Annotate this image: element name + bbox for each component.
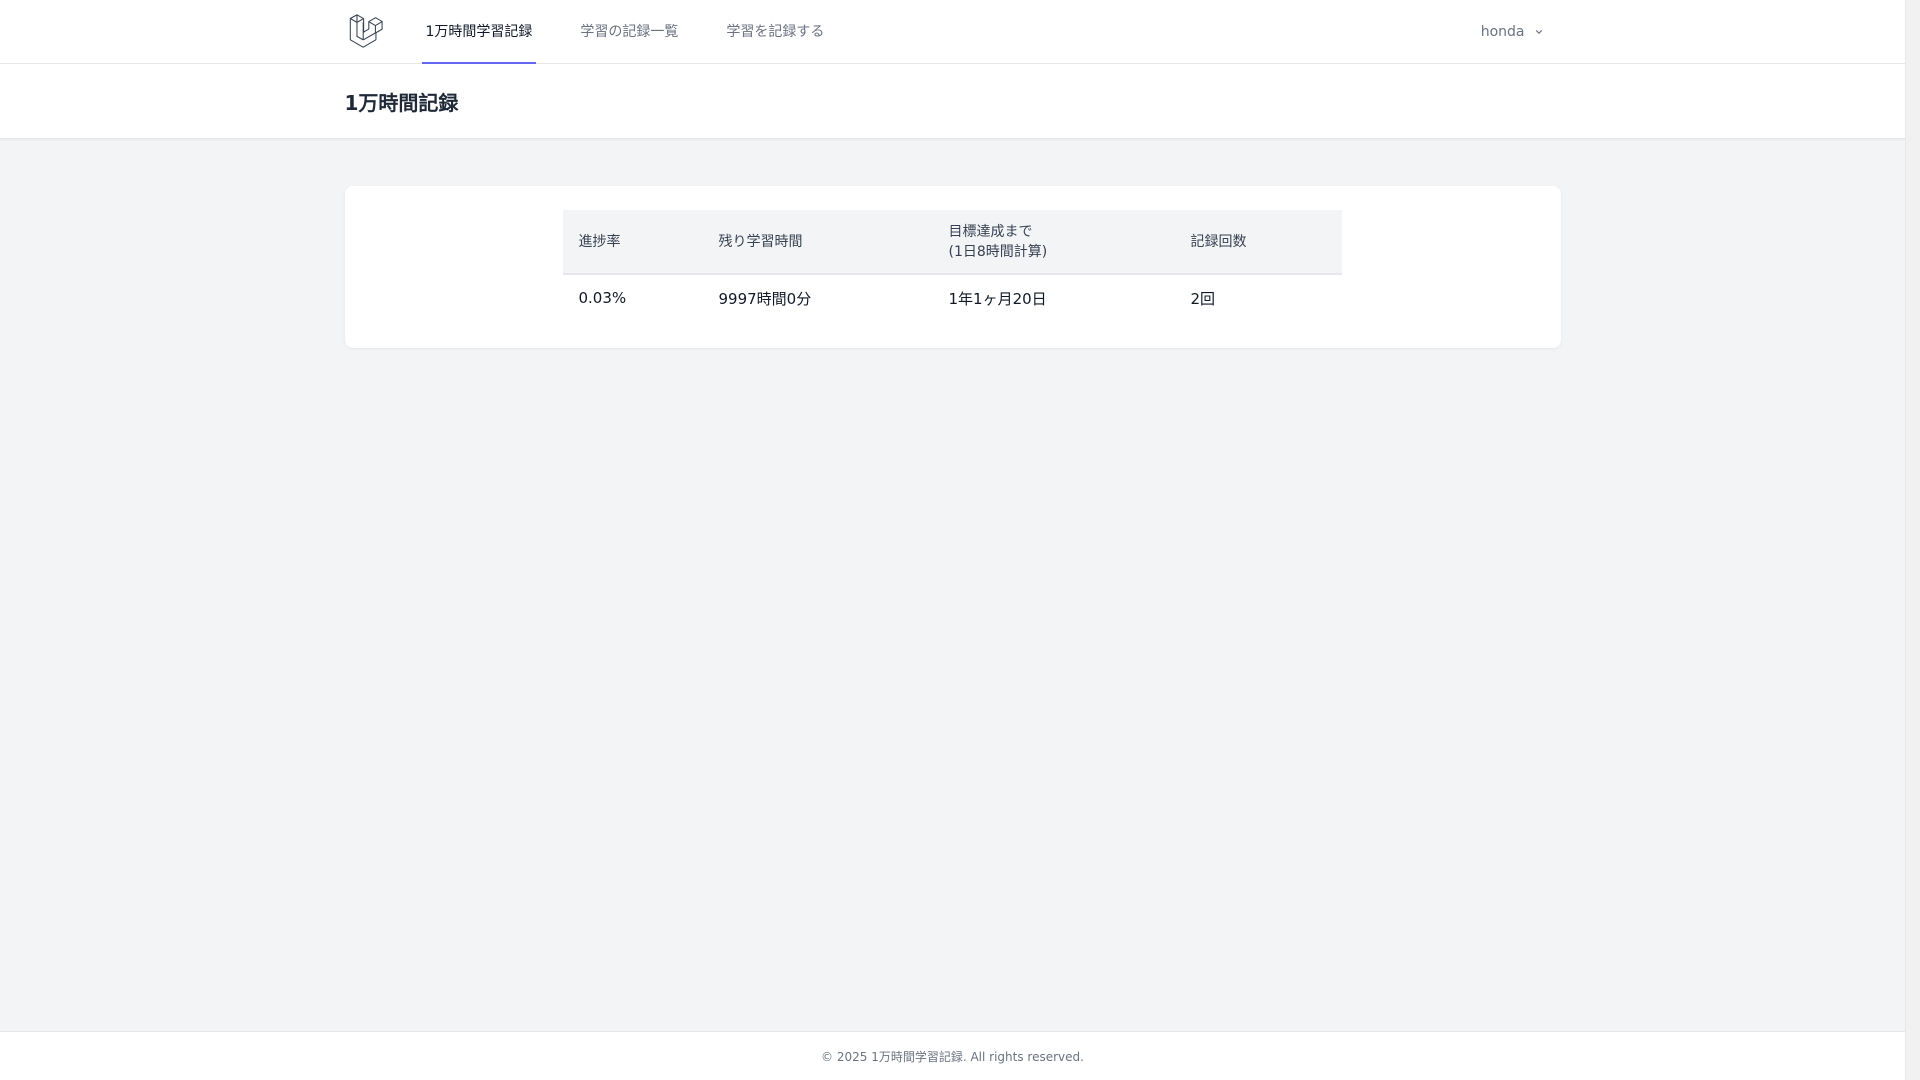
header-count: 記録回数 xyxy=(1174,210,1342,275)
top-navbar: 1万時間学習記録 学習の記録一覧 学習を記録する honda xyxy=(0,0,1905,64)
nav-link-add-record[interactable]: 学習を記録する xyxy=(722,0,828,64)
cell-eta: 1年1ヶ月20日 xyxy=(948,289,1047,308)
page-footer: © 2025 1万時間学習記録. All rights reserved. xyxy=(0,1031,1905,1080)
main-content: 進捗率 残り学習時間 目標達成まで (1日8時間計算) 記録回数 0.03% 9… xyxy=(344,186,1561,348)
stats-table: 進捗率 残り学習時間 目標達成まで (1日8時間計算) 記録回数 0.03% 9… xyxy=(562,210,1342,321)
table-header-row: 進捗率 残り学習時間 目標達成まで (1日8時間計算) 記録回数 xyxy=(562,210,1342,275)
nav-link-dashboard[interactable]: 1万時間学習記録 xyxy=(421,0,537,64)
vertical-scrollbar[interactable] xyxy=(1905,0,1920,1080)
page-title: 1万時間記録 xyxy=(344,91,459,115)
footer-copyright: © 2025 1万時間学習記録. All rights reserved. xyxy=(821,1049,1084,1064)
stats-card: 進捗率 残り学習時間 目標達成まで (1日8時間計算) 記録回数 0.03% 9… xyxy=(344,186,1561,348)
page-header-inner: 1万時間記録 xyxy=(345,64,1561,139)
cell-count: 2回 xyxy=(1190,289,1216,308)
header-eta-line1: 目標達成まで xyxy=(948,223,1033,240)
laravel-logo-icon[interactable] xyxy=(349,14,383,48)
header-eta-line2: (1日8時間計算) xyxy=(948,243,1048,260)
header-progress: 進捗率 xyxy=(562,210,703,275)
table-row: 0.03% 9997時間0分 1年1ヶ月20日 2回 xyxy=(563,274,1342,321)
nav-links: 1万時間学習記録 学習の記録一覧 学習を記録する xyxy=(421,0,869,64)
page-header: 1万時間記録 xyxy=(0,64,1905,139)
app-root: 1万時間学習記録 学習の記録一覧 学習を記録する honda 1万時間記録 進捗… xyxy=(0,0,1905,1080)
user-name: honda xyxy=(1480,24,1525,40)
chevron-down-icon xyxy=(1535,30,1542,34)
header-eta: 目標達成まで (1日8時間計算) xyxy=(932,210,1175,275)
cell-progress: 0.03% xyxy=(578,289,627,307)
user-menu-dropdown[interactable]: honda xyxy=(1481,0,1545,64)
cell-remaining: 9997時間0分 xyxy=(718,289,812,308)
header-remaining: 残り学習時間 xyxy=(702,210,933,275)
nav-link-records-list[interactable]: 学習の記録一覧 xyxy=(576,0,682,64)
nav-inner: 1万時間学習記録 学習の記録一覧 学習を記録する honda xyxy=(345,0,1561,64)
